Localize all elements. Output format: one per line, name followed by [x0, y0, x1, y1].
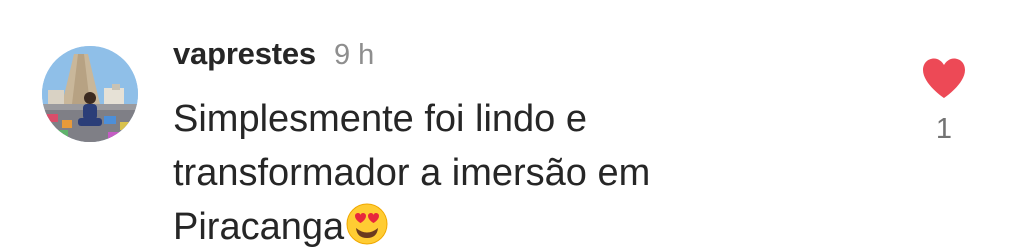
- comment-body: vaprestes 9 h Simplesmente foi lindo e t…: [173, 36, 873, 252]
- heart-eyes-emoji: [346, 203, 388, 245]
- username-link[interactable]: vaprestes: [173, 36, 316, 72]
- comment-item: vaprestes 9 h Simplesmente foi lindo e t…: [0, 0, 1024, 252]
- comment-line-3: Piracanga: [173, 206, 345, 248]
- like-control: 1: [920, 57, 968, 146]
- avatar[interactable]: [42, 46, 138, 142]
- comment-line-1: Simplesmente foi lindo e: [173, 98, 587, 140]
- heart-icon[interactable]: [921, 57, 967, 99]
- comment-line-2: transformador a imersão em: [173, 152, 651, 194]
- like-count[interactable]: 1: [936, 113, 952, 146]
- timestamp: 9 h: [333, 39, 375, 71]
- comment-text: Simplesmente foi lindo e transformador a…: [173, 92, 873, 252]
- comment-header: vaprestes 9 h: [173, 36, 873, 80]
